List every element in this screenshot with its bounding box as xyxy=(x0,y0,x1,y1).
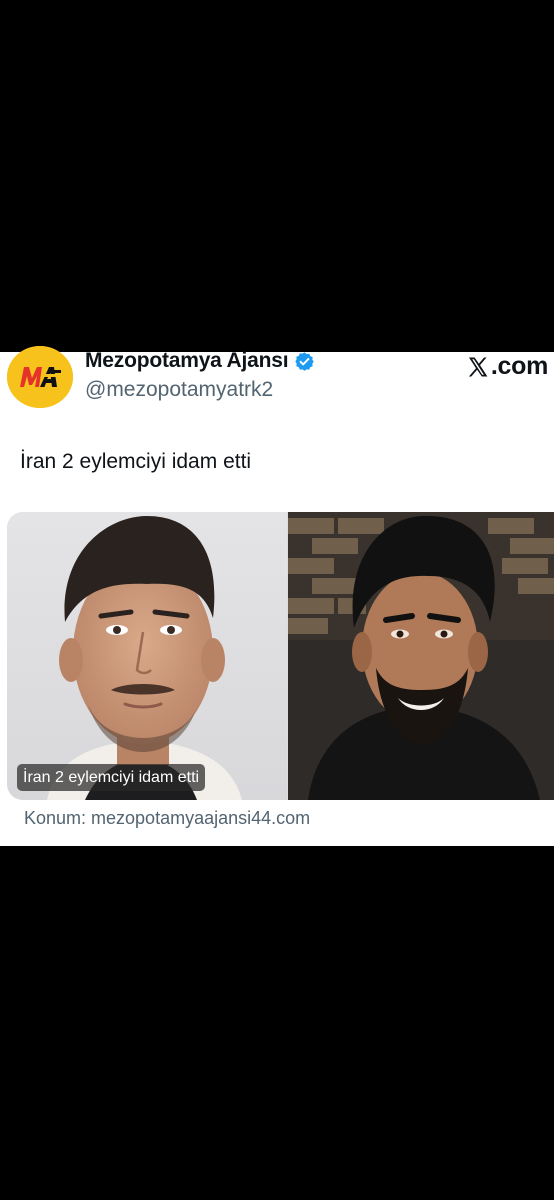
author-name-row[interactable]: Mezopotamya Ajansı xyxy=(85,348,315,374)
source-link[interactable]: Konum: mezopotamyaajansi44.com xyxy=(24,808,310,829)
x-brand-mark: .com xyxy=(466,352,548,381)
tweet-media[interactable] xyxy=(7,512,554,800)
x-logo-icon xyxy=(468,357,488,376)
media-caption: İran 2 eylemciyi idam etti xyxy=(17,764,206,791)
verified-badge-icon xyxy=(295,351,315,371)
ma-logo-icon xyxy=(7,346,73,408)
account-handle[interactable]: @mezopotamyatrk2 xyxy=(85,378,273,402)
top-black-band xyxy=(0,0,554,352)
tweet-text: İran 2 eylemciyi idam etti xyxy=(20,450,252,473)
x-domain-text: .com xyxy=(490,352,548,380)
portrait-photo-right[interactable] xyxy=(288,512,554,800)
bottom-black-band xyxy=(0,846,554,1200)
portrait-photo-left[interactable] xyxy=(7,512,287,800)
avatar[interactable] xyxy=(7,346,73,408)
display-name[interactable]: Mezopotamya Ajansı xyxy=(85,349,289,373)
